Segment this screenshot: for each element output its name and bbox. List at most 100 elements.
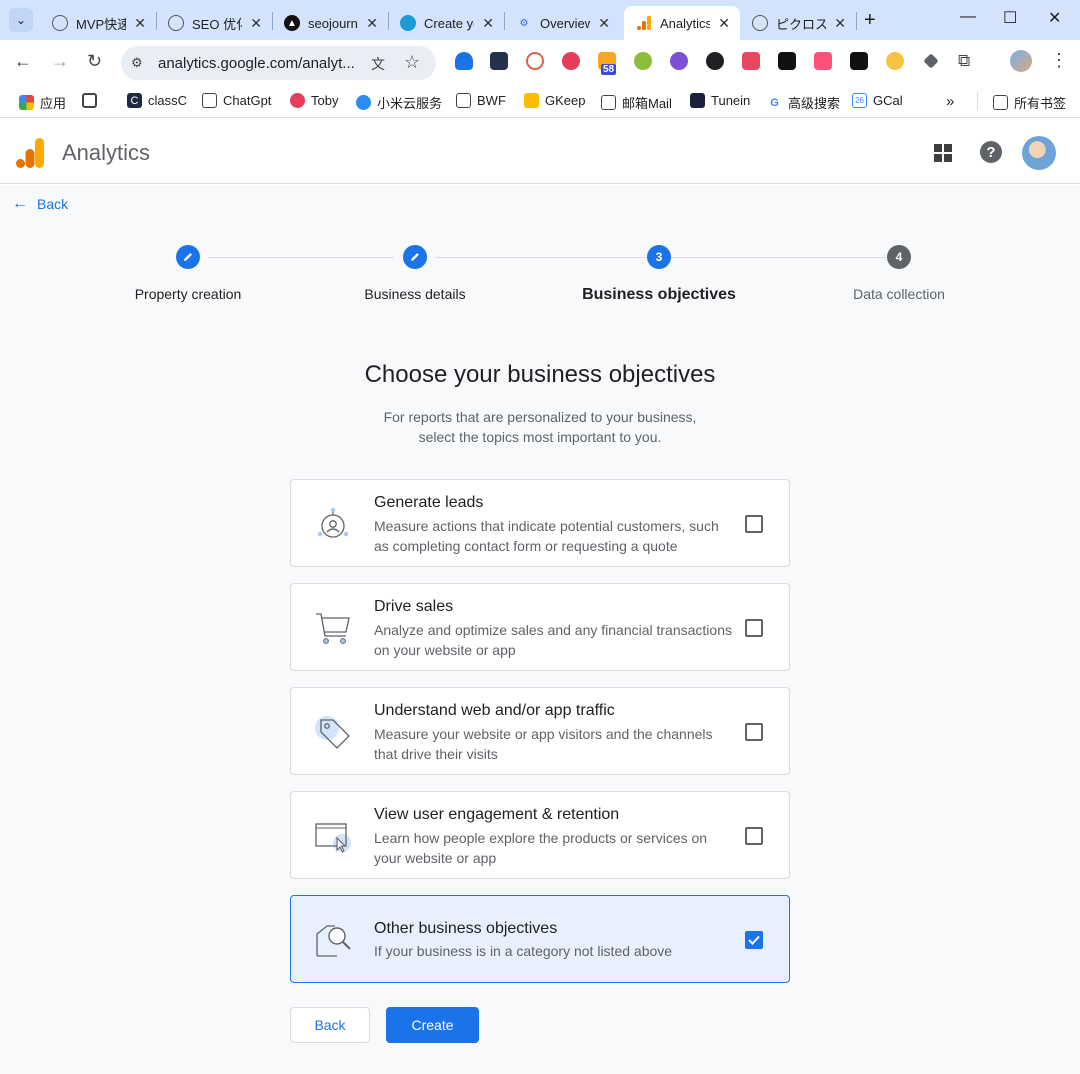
extension-icon[interactable] (455, 52, 473, 70)
bookmark-label: 所有书签 (1014, 96, 1067, 111)
back-link[interactable]: ← Back (12, 195, 68, 213)
url-text[interactable]: analytics.google.com/analyt... (158, 55, 355, 72)
browser-tab-7[interactable]: ピクロス ✕ (740, 6, 856, 40)
bookmark-bwf[interactable]: BWF (456, 93, 506, 108)
tab-title: MVP快速 (76, 16, 126, 32)
extension-icon[interactable] (778, 52, 796, 70)
minimize-icon[interactable]: — (960, 8, 976, 26)
extension-icon[interactable] (490, 52, 508, 70)
bookmark-chatgpt[interactable]: ChatGpt (202, 93, 271, 108)
close-icon[interactable]: ✕ (366, 15, 378, 32)
subtitle-line-1: For reports that are personalized to you… (383, 409, 697, 425)
objective-checkbox[interactable] (745, 515, 763, 533)
bookmark-mail[interactable]: 邮箱Mail (601, 93, 672, 112)
extension-badge: 58 (601, 64, 617, 75)
apps-icon[interactable] (934, 144, 952, 162)
browser-tab-active[interactable]: Analytics ✕ (624, 6, 740, 40)
browser-tab-2[interactable]: SEO 优化 ✕ (156, 6, 272, 40)
objective-title: View user engagement & retention (374, 806, 620, 823)
menu-kebab-icon[interactable]: ⋮ (1050, 50, 1068, 71)
close-icon[interactable]: ✕ (718, 15, 730, 32)
bookmark-toby[interactable]: Toby (290, 93, 338, 108)
toby-icon (290, 93, 305, 108)
objective-card-generate-leads[interactable]: Generate leads Measure actions that indi… (290, 479, 790, 567)
folder-icon (993, 95, 1008, 110)
stepper-connector (208, 257, 394, 258)
bookmark-label: classC (148, 93, 188, 108)
bookmark-gcal[interactable]: 26 GCal (852, 93, 903, 108)
tab-search-button[interactable]: ⌄ (9, 8, 33, 32)
page-subtitle: For reports that are personalized to you… (340, 407, 740, 447)
bookmark-apps[interactable]: 应用 (19, 93, 66, 112)
bookmark-label: 高级搜索 (788, 96, 841, 111)
classc-icon: C (127, 93, 142, 108)
objective-checkbox[interactable] (745, 619, 763, 637)
bookmark-label: 小米云服务 (377, 96, 443, 111)
globe-icon (752, 15, 768, 31)
triangle-icon: ▲ (284, 15, 300, 31)
window-close-icon[interactable]: ✕ (1048, 8, 1061, 28)
browser-tab-1[interactable]: MVP快速 ✕ (40, 6, 156, 40)
step-1-edit-icon[interactable] (176, 245, 200, 269)
objective-checkbox-checked[interactable] (745, 931, 763, 949)
extension-icon[interactable] (562, 52, 580, 70)
globe-icon (168, 15, 184, 31)
extension-icon[interactable] (526, 52, 544, 70)
extension-icon[interactable] (886, 52, 904, 70)
help-icon[interactable]: ? (980, 141, 1002, 163)
bookmark-xiaomi[interactable]: 小米云服务 (356, 93, 442, 112)
profile-avatar[interactable] (1010, 50, 1032, 72)
objective-checkbox[interactable] (745, 723, 763, 741)
extension-icon[interactable] (670, 52, 688, 70)
bookmark-grid[interactable] (82, 93, 103, 108)
translate-icon[interactable]: 文 (371, 54, 385, 74)
objective-card-engagement[interactable]: View user engagement & retention Learn h… (290, 791, 790, 879)
address-bar[interactable]: ⚙ analytics.google.com/analyt... 文 ☆ (121, 46, 436, 80)
objective-card-other[interactable]: Other business objectives If your busine… (290, 895, 790, 983)
back-button[interactable]: Back (290, 1007, 370, 1043)
back-arrow-icon[interactable]: ← (14, 51, 32, 72)
objective-checkbox[interactable] (745, 827, 763, 845)
new-tab-button[interactable]: + (864, 9, 876, 32)
bookmark-all[interactable]: 所有书签 (993, 93, 1066, 112)
bookmark-label: Toby (311, 93, 339, 108)
bookmark-gkeep[interactable]: GKeep (524, 93, 585, 108)
star-icon[interactable]: ☆ (404, 52, 420, 73)
step-2-edit-icon[interactable] (403, 245, 427, 269)
extension-icon[interactable] (742, 52, 760, 70)
puzzle-icon[interactable]: ⧉ (958, 51, 970, 71)
apps-grid-icon (19, 95, 34, 110)
site-settings-icon[interactable]: ⚙ (131, 55, 143, 71)
browser-tab-5[interactable]: ⚙ Overview ✕ (504, 6, 620, 40)
close-icon[interactable]: ✕ (250, 15, 262, 32)
objective-title: Understand web and/or app traffic (374, 702, 615, 719)
close-icon[interactable]: ✕ (134, 15, 146, 32)
analytics-logo-icon[interactable] (16, 138, 44, 168)
reload-icon[interactable]: ↻ (87, 51, 102, 72)
extension-icon[interactable] (706, 52, 724, 70)
step-4-label: Data collection (853, 286, 945, 302)
create-button[interactable]: Create (386, 1007, 479, 1043)
objective-card-drive-sales[interactable]: Drive sales Analyze and optimize sales a… (290, 583, 790, 671)
main-content: ← Back 3 4 Property creation Business de… (0, 185, 1080, 1074)
objective-card-traffic[interactable]: Understand web and/or app traffic Measur… (290, 687, 790, 775)
bookmark-tunein[interactable]: Tunein (690, 93, 750, 108)
close-icon[interactable]: ✕ (598, 15, 610, 32)
account-avatar[interactable] (1022, 136, 1056, 170)
maximize-icon[interactable]: ☐ (1003, 8, 1017, 28)
extension-icon[interactable] (923, 53, 939, 69)
browser-tab-4[interactable]: Create your ✕ (388, 6, 504, 40)
bookmarks-overflow[interactable]: » (946, 93, 954, 110)
close-icon[interactable]: ✕ (834, 15, 846, 32)
tab-title: Create your (424, 15, 474, 31)
bookmark-search[interactable]: G 高级搜索 (767, 93, 840, 112)
extension-icon[interactable] (814, 52, 832, 70)
grid-icon (82, 93, 97, 108)
extension-icon[interactable] (634, 52, 652, 70)
close-icon[interactable]: ✕ (482, 15, 494, 32)
url-extension-icon[interactable] (850, 52, 868, 70)
folder-icon (456, 93, 471, 108)
bookmark-classc[interactable]: C classC (127, 93, 187, 108)
browser-tab-3[interactable]: ▲ seojourney ✕ (272, 6, 388, 40)
forward-arrow-icon[interactable]: → (51, 51, 69, 72)
